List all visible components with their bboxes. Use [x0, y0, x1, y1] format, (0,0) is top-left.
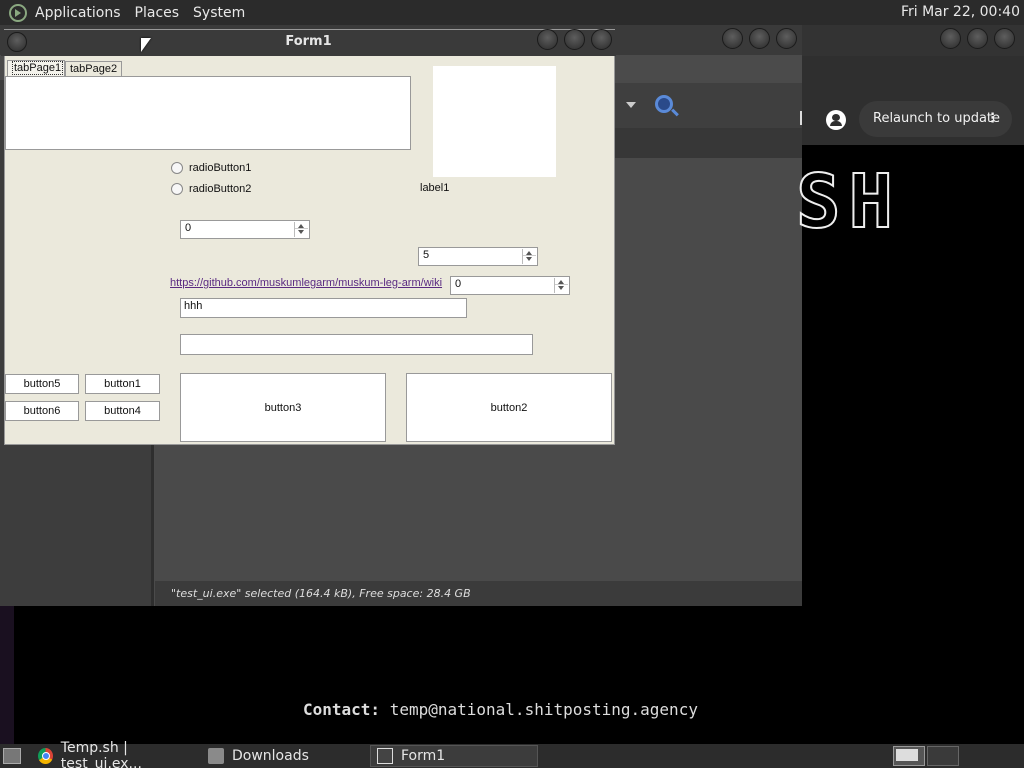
browser-window-buttons: [940, 28, 1015, 49]
task-label: Downloads: [232, 748, 309, 764]
chrome-icon: [38, 748, 53, 764]
browser-toolbar-strip: [615, 83, 802, 128]
clock[interactable]: Fri Mar 22, 00:40: [901, 4, 1020, 20]
label1: label1: [420, 182, 450, 194]
search-icon[interactable]: [655, 95, 673, 113]
textbox-1[interactable]: hhh: [180, 298, 467, 318]
maximize-button[interactable]: [564, 29, 585, 50]
button5[interactable]: button5: [5, 374, 79, 394]
account-icon[interactable]: [826, 110, 846, 130]
numeric-value: 0: [185, 222, 192, 234]
textbox-2[interactable]: [180, 334, 533, 355]
browser-window: Relaunch to update ⋮ SH: [795, 25, 1024, 745]
tab-tabpage1[interactable]: tabPage1: [7, 60, 65, 76]
numeric-updown-3[interactable]: 0: [450, 276, 570, 295]
radio-button-1[interactable]: radioButton1: [171, 162, 251, 174]
more-menu-icon[interactable]: ⋮: [986, 101, 999, 137]
form1-titlebar[interactable]: Form1: [1, 30, 616, 56]
picture-box: [433, 66, 556, 177]
task-form1[interactable]: Form1: [370, 745, 538, 767]
button4[interactable]: button4: [85, 401, 160, 421]
numeric-value: 5: [423, 249, 430, 261]
close-button[interactable]: [591, 29, 612, 50]
browser-toolbar-secondary: [615, 128, 802, 158]
form1-window-buttons: [537, 29, 612, 50]
tab-label: tabPage1: [12, 61, 64, 75]
workspace-2[interactable]: [927, 746, 959, 766]
form1-window: Form1 tabPage1 tabPage2 radioButton1 rad…: [1, 29, 616, 445]
taskbar: Temp.sh | test_ui.ex... Downloads Form1: [0, 740, 1024, 768]
desktop-edge: [0, 606, 14, 744]
banner-text: SH: [795, 159, 902, 245]
spin-arrows[interactable]: [522, 249, 536, 264]
radio-label: radioButton1: [189, 162, 252, 174]
relaunch-button[interactable]: Relaunch to update ⋮: [859, 101, 1012, 137]
menu-system[interactable]: System: [193, 5, 245, 21]
spin-down-icon[interactable]: [555, 285, 568, 292]
numeric-updown-1[interactable]: 0: [180, 220, 310, 239]
distro-logo-icon[interactable]: [9, 3, 27, 22]
menu-places[interactable]: Places: [135, 5, 180, 21]
button1[interactable]: button1: [85, 374, 160, 394]
contact-email: temp@national.shitposting.agency: [389, 700, 698, 719]
folder-icon: [208, 748, 224, 764]
tab-label: tabPage2: [70, 63, 118, 75]
file-manager-window-buttons: [722, 28, 797, 49]
dropdown-arrow-icon[interactable]: [626, 102, 636, 108]
spin-up-icon[interactable]: [295, 222, 308, 229]
wiki-link[interactable]: https://github.com/muskumlegarm/muskum-l…: [170, 277, 442, 289]
radio-circle[interactable]: [171, 183, 183, 195]
relaunch-label: Relaunch to update: [873, 111, 1001, 126]
minimize-button[interactable]: [537, 29, 558, 50]
task-browser[interactable]: Temp.sh | test_ui.ex...: [32, 740, 202, 768]
task-label: Temp.sh | test_ui.ex...: [60, 740, 142, 768]
task-label: Form1: [401, 748, 446, 764]
tab-panel: [5, 76, 411, 150]
close-button[interactable]: [776, 28, 797, 49]
button3[interactable]: button3: [180, 373, 386, 442]
window-menu-button[interactable]: [7, 32, 27, 52]
maximize-button[interactable]: [749, 28, 770, 49]
maximize-button[interactable]: [967, 28, 988, 49]
spin-down-icon[interactable]: [295, 229, 308, 236]
numeric-value: 0: [455, 278, 462, 290]
minimize-button[interactable]: [940, 28, 961, 49]
spin-down-icon[interactable]: [523, 256, 536, 263]
workspace-1[interactable]: [893, 746, 925, 766]
radio-circle[interactable]: [171, 162, 183, 174]
menu-applications[interactable]: Applications: [35, 5, 121, 21]
numeric-updown-2[interactable]: 5: [418, 247, 538, 266]
file-manager-status: "test_ui.exe" selected (164.4 kB), Free …: [155, 581, 802, 606]
close-button[interactable]: [994, 28, 1015, 49]
form1-title: Form1: [285, 34, 332, 49]
top-panel: Applications Places System Fri Mar 22, 0…: [0, 0, 1024, 25]
mouse-cursor-icon: [141, 38, 151, 52]
spin-arrows[interactable]: [554, 278, 568, 293]
radio-label: radioButton2: [189, 183, 252, 195]
minimize-button[interactable]: [722, 28, 743, 49]
window-icon: [377, 748, 393, 764]
button6[interactable]: button6: [5, 401, 79, 421]
show-desktop-icon[interactable]: [3, 748, 21, 764]
tab-tabpage2[interactable]: tabPage2: [65, 61, 122, 77]
button2[interactable]: button2: [406, 373, 612, 442]
spin-up-icon[interactable]: [555, 278, 568, 285]
radio-button-2[interactable]: radioButton2: [171, 183, 251, 195]
contact-label: Contact:: [303, 700, 381, 719]
spin-arrows[interactable]: [294, 222, 308, 237]
task-downloads[interactable]: Downloads: [202, 745, 367, 767]
spin-up-icon[interactable]: [523, 249, 536, 256]
contact-line: Contact: temp@national.shitposting.agenc…: [303, 700, 698, 719]
